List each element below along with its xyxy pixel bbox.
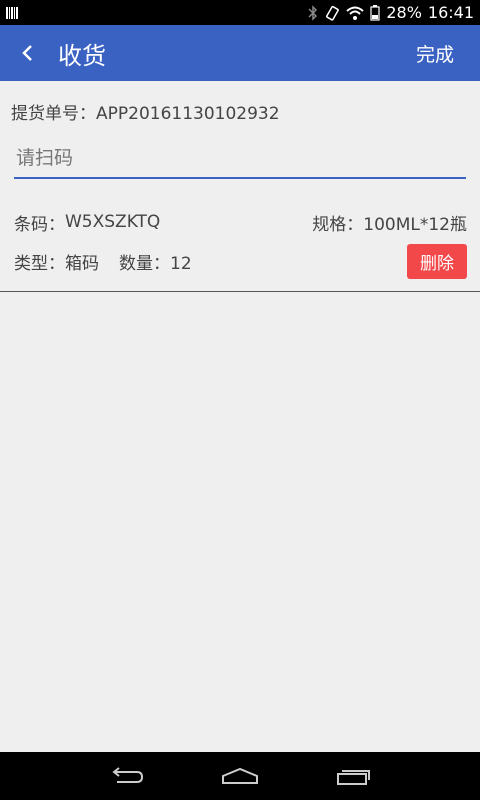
qty-field: 数量：12 — [119, 249, 192, 274]
wifi-icon — [346, 6, 364, 20]
clock: 16:41 — [427, 3, 474, 22]
recents-icon — [337, 770, 371, 785]
nav-back-button[interactable] — [97, 756, 157, 796]
barcode-label: 条码： — [14, 214, 65, 235]
vibrate-icon — [326, 5, 340, 21]
nav-bar — [0, 752, 480, 800]
back-button[interactable] — [0, 25, 56, 81]
status-right: 28% 16:41 — [308, 3, 474, 22]
spec-field: 规格：100ML*12瓶 — [312, 210, 467, 235]
spec-label: 规格： — [312, 214, 364, 235]
order-number-label: 提货单号： — [11, 104, 96, 124]
barcode-value: W5XSZKTQ — [65, 212, 161, 232]
battery-icon — [370, 4, 380, 21]
nav-recents-button[interactable] — [323, 756, 383, 796]
qty-value: 12 — [170, 253, 192, 274]
home-icon — [221, 767, 258, 784]
delete-button[interactable]: 删除 — [407, 243, 467, 279]
app-bar: 收货 完成 — [0, 25, 480, 81]
bluetooth-icon — [308, 4, 318, 21]
status-left — [6, 6, 18, 19]
qty-label: 数量： — [119, 253, 170, 274]
item-row-barcode: 条码： W5XSZKTQ 规格：100ML*12瓶 — [14, 209, 467, 235]
back-arrow-icon — [112, 767, 143, 783]
item-row-type: 类型： 箱码 数量：12 删除 — [14, 243, 467, 279]
status-bar: 28% 16:41 — [0, 0, 480, 25]
barcode-notification-icon — [6, 6, 18, 19]
content: 提货单号：APP20161130102932 条码：W5XSZKTQ 规格：10… — [0, 81, 480, 752]
spec-value: 100ML*12瓶 — [363, 214, 467, 235]
order-number-line: 提货单号：APP20161130102932 — [11, 99, 280, 124]
nav-home-button[interactable] — [210, 756, 270, 796]
type-value: 箱码 — [65, 253, 99, 274]
type-label: 类型： — [14, 253, 65, 274]
done-button[interactable]: 完成 — [416, 40, 454, 67]
battery-percent: 28% — [386, 3, 422, 22]
chevron-left-icon — [22, 45, 32, 61]
page-title: 收货 — [58, 41, 106, 70]
scan-input[interactable] — [14, 139, 466, 179]
order-number-value: APP20161130102932 — [96, 104, 280, 124]
list-item: 条码： W5XSZKTQ 规格：100ML*12瓶 类型： 箱码 数量：12 删除 — [0, 203, 480, 292]
